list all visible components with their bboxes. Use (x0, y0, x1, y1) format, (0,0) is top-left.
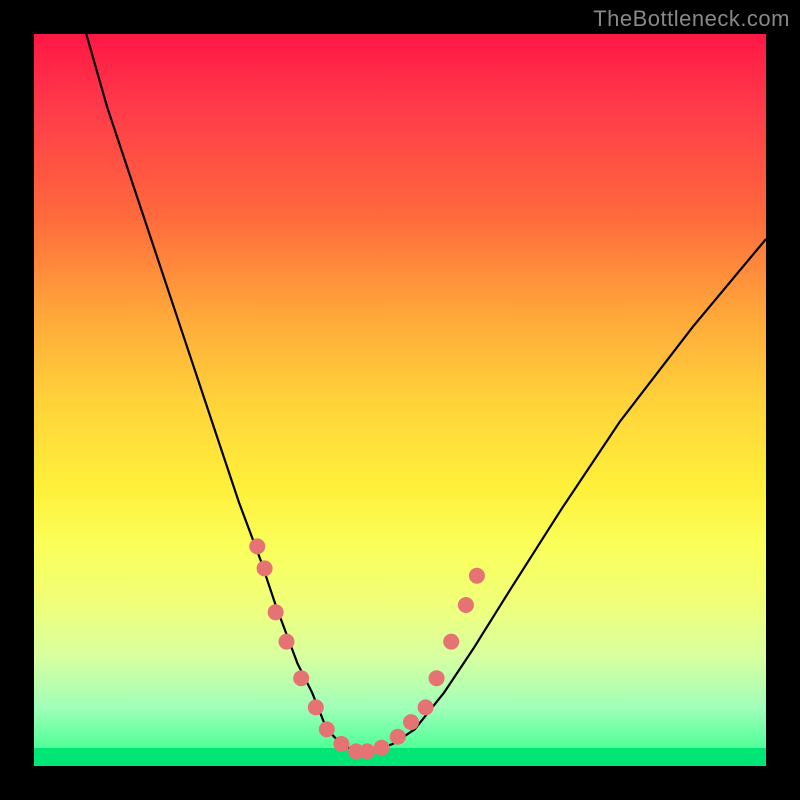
marker-dot (279, 634, 295, 650)
marker-dot (257, 560, 273, 576)
marker-dot (359, 743, 375, 759)
marker-dot (374, 740, 390, 756)
marker-dot (469, 568, 485, 584)
marker-dot (268, 604, 284, 620)
marker-dot (443, 634, 459, 650)
marker-dot (293, 670, 309, 686)
chart-area (34, 34, 766, 766)
marker-dot (333, 736, 349, 752)
marker-dots-group (249, 538, 485, 759)
marker-dot (418, 699, 434, 715)
marker-dot (319, 721, 335, 737)
watermark-text: TheBottleneck.com (593, 6, 790, 32)
marker-dot (308, 699, 324, 715)
marker-dot (390, 729, 406, 745)
bottleneck-curve (78, 34, 766, 751)
marker-dot (458, 597, 474, 613)
marker-dot (403, 714, 419, 730)
marker-dot (429, 670, 445, 686)
marker-dot (249, 538, 265, 554)
chart-svg (34, 34, 766, 766)
